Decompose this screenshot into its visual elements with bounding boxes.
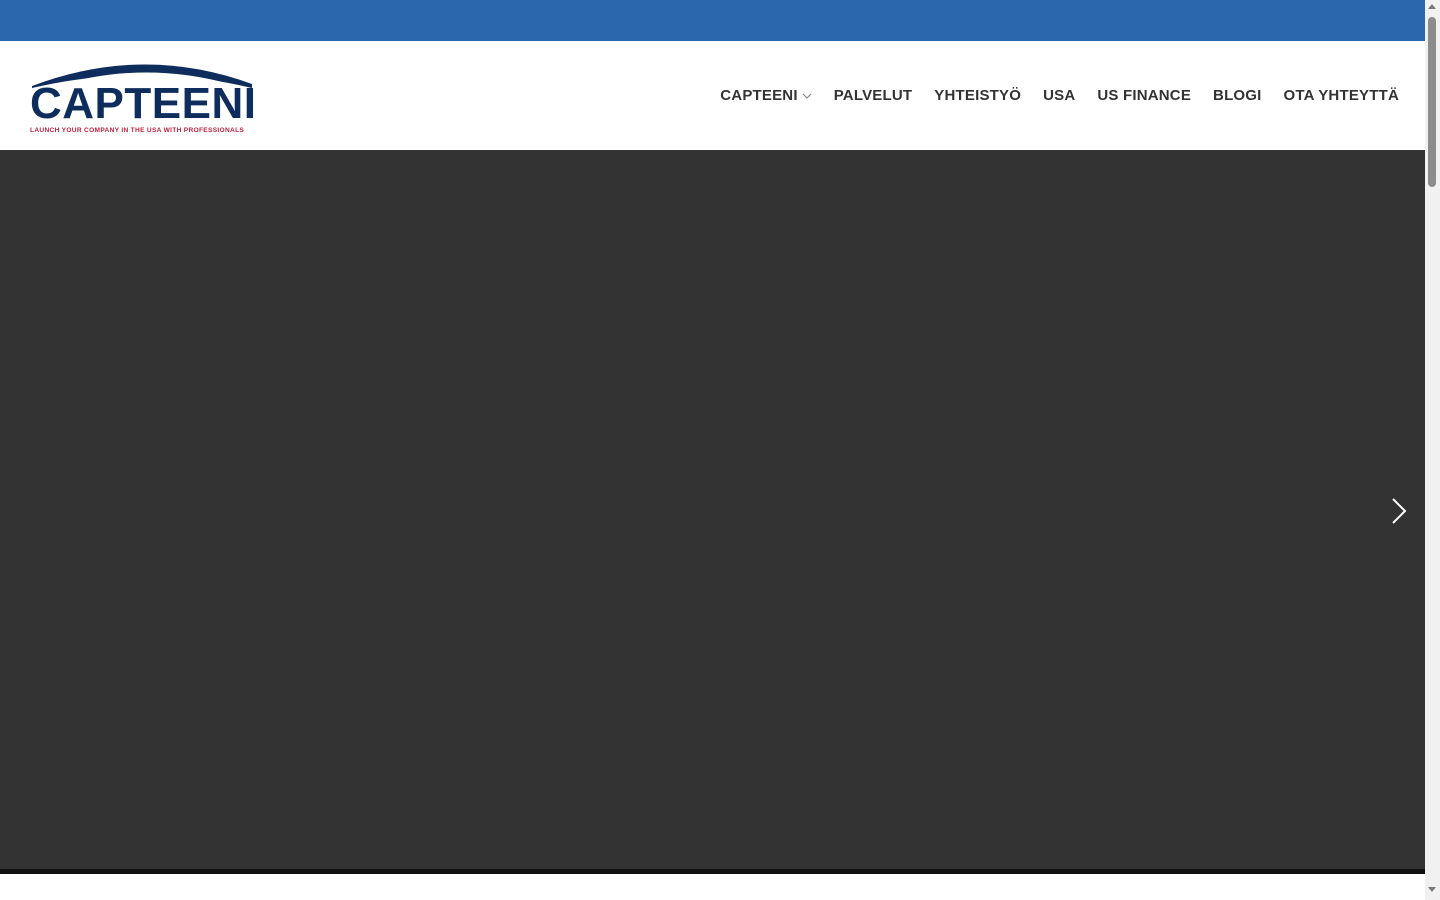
logo-tagline: LAUNCH YOUR COMPANY IN THE USA WITH PROF… (30, 127, 245, 134)
chevron-down-icon (802, 93, 812, 99)
nav-item-capteeni[interactable]: CAPTEENI (720, 87, 812, 104)
nav-item-label: BLOGI (1213, 87, 1262, 104)
hero-bottom-border (0, 869, 1425, 874)
nav-item-blogi[interactable]: BLOGI (1213, 87, 1262, 104)
nav-item-label: CAPTEENI (720, 87, 798, 104)
site-logo[interactable]: CAPTEENI LAUNCH YOUR COMPANY IN THE USA … (30, 54, 256, 138)
nav-item-label: YHTEISTYÖ (934, 87, 1022, 104)
hero-slider (0, 150, 1425, 869)
nav-item-label: US FINANCE (1097, 87, 1192, 104)
top-bar (0, 0, 1425, 41)
nav-item-us-finance[interactable]: US FINANCE (1097, 87, 1191, 104)
scroll-thumb[interactable] (1428, 17, 1436, 187)
nav-item-usa[interactable]: USA (1043, 87, 1075, 104)
nav-item-yhteistyo[interactable]: YHTEISTYÖ (934, 87, 1021, 104)
scroll-up-icon[interactable] (1428, 4, 1436, 9)
page-scrollbar[interactable] (1425, 0, 1440, 900)
nav-item-ota-yhteytta[interactable]: OTA YHTEYTTÄ (1284, 87, 1399, 104)
logo-wordmark: CAPTEENI (30, 79, 257, 128)
page: CAPTEENI LAUNCH YOUR COMPANY IN THE USA … (0, 0, 1425, 900)
chevron-right-icon[interactable] (1388, 496, 1410, 526)
scroll-down-icon[interactable] (1428, 887, 1436, 892)
main-nav: CAPTEENI PALVELUT YHTEISTYÖ USA US FINAN… (720, 41, 1399, 150)
nav-item-palvelut[interactable]: PALVELUT (834, 87, 913, 104)
nav-item-label: PALVELUT (833, 87, 913, 104)
nav-item-label: USA (1043, 87, 1076, 104)
nav-item-label: OTA YHTEYTTÄ (1283, 87, 1399, 104)
site-header: CAPTEENI LAUNCH YOUR COMPANY IN THE USA … (0, 41, 1425, 150)
